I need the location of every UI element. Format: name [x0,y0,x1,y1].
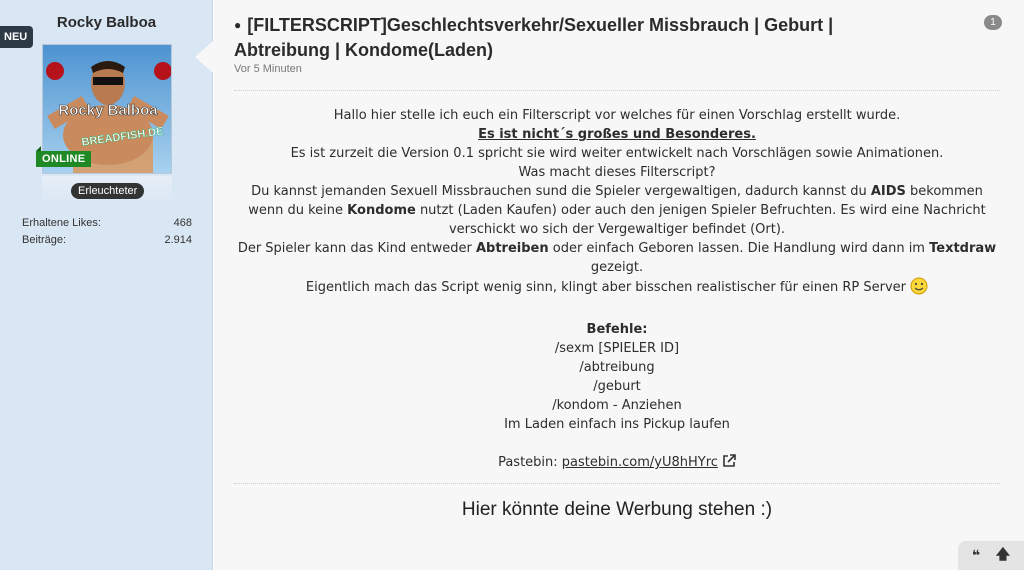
external-link-icon [722,454,736,474]
author-sidebar: Rocky Balboa Rocky Balboa BREADFISH.DE O… [0,0,213,570]
arrow-up-icon[interactable]: 🡅 [996,544,1010,568]
commands-title: Befehle: [586,322,648,337]
pastebin-line: Pastebin: pastebin.com/yU8hHYrc [234,453,1000,474]
post-pointer [195,40,214,74]
command-item: /abtreibung [579,360,655,375]
body-line-underlined: Es ist nicht´s großes und Besonderes. [478,127,756,142]
stat-posts: Beiträge: 2.914 [22,232,192,249]
stat-likes: Erhaltene Likes: 468 [22,215,192,232]
stat-value[interactable]: 468 [174,215,192,232]
post-content: ● [FILTERSCRIPT]Geschlechtsverkehr/Sexuel… [214,0,1024,570]
pastebin-link[interactable]: pastebin.com/yU8hHYrc [562,455,718,470]
command-item: Im Laden einfach ins Pickup laufen [504,417,730,432]
signature: Hier könnte deine Werbung stehen :) [461,499,773,520]
divider [234,483,1000,484]
divider [234,90,1000,91]
body-paragraph: Der Spieler kann das Kind entweder Abtre… [237,241,997,275]
user-rank-badge: Erleuchteter [71,183,145,199]
command-item: /kondom - Anziehen [552,398,682,413]
body-paragraph: Du kannst jemanden Sexuell Missbrauchen … [248,184,986,237]
body-line: Eigentlich mach das Script wenig sinn, k… [234,277,1000,301]
stat-value[interactable]: 2.914 [164,232,192,249]
bullet-icon: ● [234,18,242,32]
post-timestamp[interactable]: Vor 5 Minuten [234,63,302,75]
command-item: /sexm [SPIELER ID] [554,341,680,356]
new-post-badge: NEU [0,26,34,48]
post-title-text: [FILTERSCRIPT]Geschlechtsverkehr/Sexuell… [234,15,834,60]
command-item: /geburt [593,379,641,394]
body-line: Hallo hier stelle ich euch ein Filterscr… [333,108,901,123]
online-status-badge: ONLINE [36,146,92,167]
user-stats: Erhaltene Likes: 468 Beiträge: 2.914 [22,215,192,249]
post-title[interactable]: ● [FILTERSCRIPT]Geschlechtsverkehr/Sexuel… [234,14,914,62]
quote-icon[interactable]: ❝ [972,548,980,564]
post-actions: ❝ 🡅 [958,541,1024,570]
avatar-caption: Rocky Balboa [58,102,158,119]
body-line: Es ist zurzeit die Version 0.1 spricht s… [290,146,944,161]
post-body: Hallo hier stelle ich euch ein Filterscr… [234,106,1000,474]
body-line: Was macht dieses Filterscript? [518,165,716,180]
stat-label: Beiträge: [22,234,67,246]
stat-label: Erhaltene Likes: [22,217,101,229]
smiley-icon [910,277,928,301]
reply-count-badge[interactable]: 1 [984,15,1002,30]
